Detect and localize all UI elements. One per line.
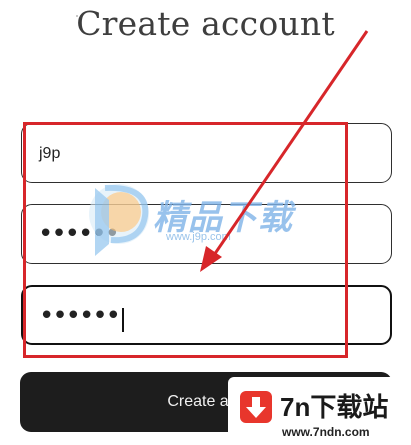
confirm-password-field[interactable]: •••••• (21, 285, 392, 345)
page-title: Create account (76, 4, 335, 43)
text-caret (122, 307, 125, 332)
username-field[interactable]: j9p (21, 123, 392, 183)
username-value: j9p (39, 145, 61, 162)
password-field[interactable]: •••••• (21, 204, 392, 264)
confirm-password-dots: •••••• (39, 301, 121, 331)
confirm-password-value: •••••• (39, 301, 125, 332)
password-value: •••••• (38, 219, 120, 249)
create-account-button[interactable]: Create acc (20, 372, 392, 432)
